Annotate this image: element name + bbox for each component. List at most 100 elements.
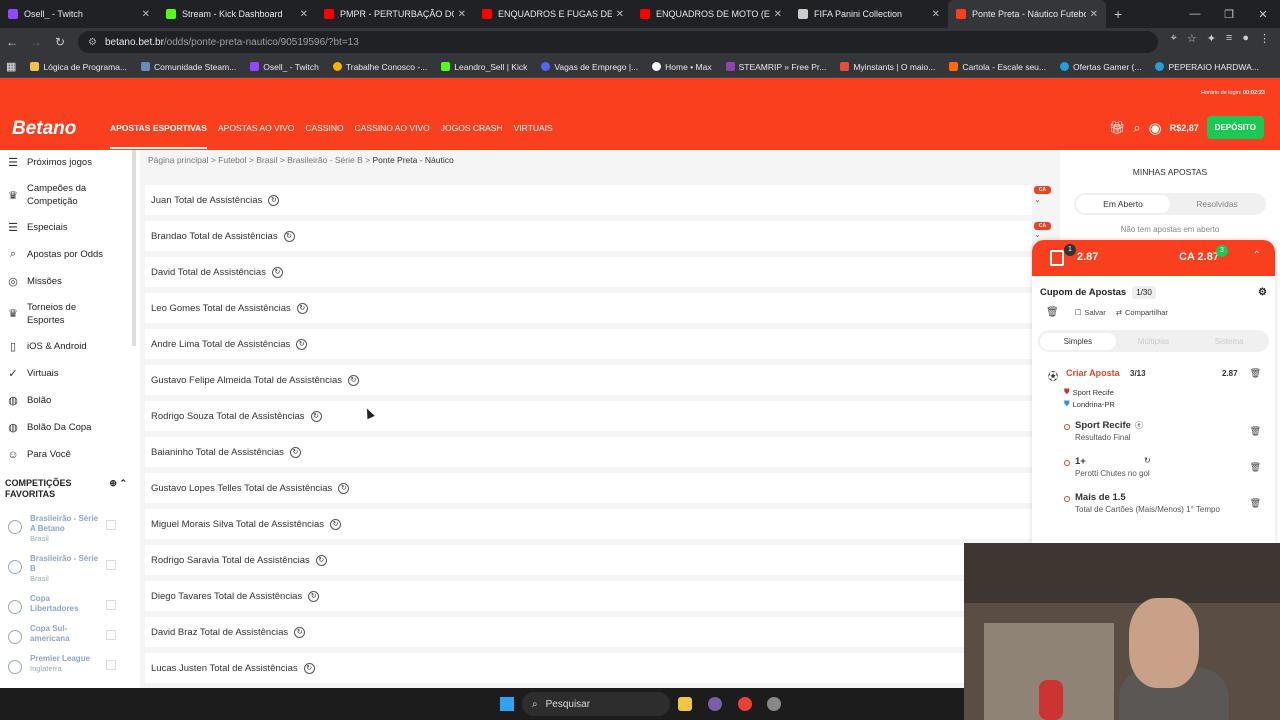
info-icon[interactable]: ↻ — [310, 410, 322, 422]
search-icon[interactable]: ⌕ — [1133, 120, 1140, 136]
tab-em-aberto[interactable]: Em Aberto — [1076, 195, 1170, 213]
share-button[interactable]: ⇄ Compartilhar — [1116, 308, 1168, 317]
sidebar-item-torneios[interactable]: ♛ Torneios de Esportes — [0, 295, 135, 332]
info-icon[interactable]: ↻ — [308, 590, 320, 602]
sidebar-item-especiais[interactable]: ☰ Especiais — [0, 215, 135, 240]
close-icon[interactable]: ✕ — [1090, 9, 1098, 20]
sidebar-item-missoes[interactable]: ◎ Missões — [0, 268, 135, 295]
sidebar-item-campeoes[interactable]: ♛ Campeões da Competição — [0, 175, 135, 215]
bookmark-item[interactable]: Leandro_Sell | Kick — [441, 62, 527, 72]
tab-youtube-2[interactable]: ENQUADROS E FUGAS DE MOT✕ — [474, 0, 632, 28]
favorite-checkbox[interactable] — [106, 600, 116, 610]
favorite-checkbox[interactable] — [106, 560, 116, 570]
bookmark-item[interactable]: Home • Max — [652, 62, 712, 72]
bookmark-item[interactable]: Lógica de Programa... — [30, 62, 127, 72]
nav-apostas-ao-vivo[interactable]: APOSTAS AO VIVO — [218, 123, 294, 149]
chevron-down-icon[interactable]: ⌄ — [1034, 195, 1041, 204]
settings-icon[interactable]: ⚙ — [1258, 287, 1267, 298]
windows-start-icon[interactable] — [500, 697, 514, 711]
nav-virtuais[interactable]: VIRTUAIS — [514, 123, 553, 149]
sidebar-item-proximos-jogos[interactable]: ☰ Próximos jogos — [0, 150, 135, 175]
file-explorer-icon[interactable] — [678, 697, 692, 711]
trash-icon[interactable]: 🗑︎ — [1250, 462, 1261, 473]
nav-jogos-crash[interactable]: JOGOS CRASH — [441, 123, 503, 149]
bookmark-item[interactable]: Myinstants | O maio... — [840, 62, 935, 72]
market-row[interactable]: Rodrigo Souza Total de Assistências ↻ — [145, 401, 1032, 431]
info-icon[interactable]: ↻ — [268, 194, 280, 206]
apps-icon[interactable]: ▦ — [6, 60, 16, 73]
bookmark-item[interactable]: Trabalhe Conosco -... — [332, 62, 427, 72]
info-icon[interactable]: ↻ — [294, 626, 306, 638]
sidebar-item-bolao[interactable]: ◍ Bolão — [0, 387, 135, 414]
menu-icon[interactable]: ⋮ — [1259, 32, 1270, 45]
reload-icon[interactable]: ↻ — [48, 35, 72, 49]
profile-avatar[interactable]: ● — [1242, 32, 1249, 45]
app-icon[interactable] — [708, 697, 722, 711]
favorite-checkbox[interactable] — [106, 520, 116, 530]
sidebar-item-bolao-copa[interactable]: ◍ Bolão Da Copa — [0, 414, 135, 441]
competition-item[interactable]: Brasileirão - Série B Brasil — [0, 554, 135, 584]
new-tab-icon[interactable]: + — [1114, 6, 1122, 22]
trash-icon[interactable]: 🗑︎ — [1046, 307, 1059, 318]
close-window-icon[interactable]: ✕ — [1246, 8, 1280, 21]
tab-betano[interactable]: Ponte Preta - Náutico Futebol ✕ — [948, 0, 1106, 28]
market-row[interactable]: Gustavo Lopes Telles Total de Assistênci… — [145, 473, 1032, 503]
sidebar-item-ios-android[interactable]: ▯ iOS & Android — [0, 332, 135, 360]
sidebar-scrollbar[interactable] — [132, 150, 136, 346]
market-row[interactable]: David Total de Assistências ↻ — [145, 257, 1032, 287]
market-row[interactable]: Brandao Total de Assistências ↻ — [145, 221, 1032, 251]
nav-apostas-esportivas[interactable]: APOSTAS ESPORTIVAS — [110, 123, 207, 149]
bookmark-item[interactable]: Ofertas Gamer (... — [1059, 62, 1141, 72]
close-icon[interactable]: ✕ — [458, 9, 466, 20]
deposit-button[interactable]: DEPÓSITO — [1206, 116, 1264, 139]
bookmark-item[interactable]: PEPERAIO HARDWA... — [1155, 62, 1259, 72]
taskbar-search[interactable]: ⌕ Pesquisar — [522, 692, 670, 716]
info-icon[interactable]: ↻ — [338, 482, 350, 494]
nav-cassino-ao-vivo[interactable]: CASSINO AO VIVO — [355, 123, 430, 149]
bookmark-item[interactable]: Vagas de Emprego |... — [541, 62, 638, 72]
market-row[interactable]: Diego Tavares Total de Assistências ↻ — [145, 581, 1032, 611]
market-row[interactable]: David Braz Total de Assistências ↻ — [145, 617, 1032, 647]
tab-fifa[interactable]: FIFA Panini Collection ✕ — [790, 0, 948, 28]
betslip-header[interactable]: 1 2.87 CA 2.87 3 ⌃ — [1032, 240, 1275, 276]
balance[interactable]: R$2,87 — [1170, 123, 1199, 133]
sidebar-item-apostas-por-odds[interactable]: ⌕ Apostas por Odds — [0, 240, 135, 268]
info-icon[interactable]: ↻ — [283, 230, 295, 242]
market-row[interactable]: Miguel Morais Silva Total de Assistência… — [145, 509, 1032, 539]
info-icon[interactable]: ↻ — [303, 662, 315, 674]
close-icon[interactable]: ✕ — [300, 9, 308, 20]
competition-item[interactable]: Brasileirão - Série A Betano Brasil — [0, 514, 135, 544]
nav-cassino[interactable]: CASSINO — [305, 123, 343, 149]
market-row[interactable]: Rodrigo Saravia Total de Assistências ↻ — [145, 545, 1032, 575]
tab-kick[interactable]: Stream - Kick Dashboard ✕ — [158, 0, 316, 28]
competition-item[interactable]: Copa Libertadores — [0, 594, 135, 614]
close-icon[interactable]: ✕ — [932, 9, 940, 20]
tab-simples[interactable]: Simples — [1040, 332, 1116, 350]
favorite-checkbox[interactable] — [106, 660, 116, 670]
info-icon[interactable]: ↻ — [289, 446, 301, 458]
close-icon[interactable]: ✕ — [774, 9, 782, 20]
info-icon[interactable]: ↻ — [330, 518, 342, 530]
close-icon[interactable]: ✕ — [616, 9, 624, 20]
breadcrumb-item[interactable]: Página principal — [148, 155, 208, 165]
tab-twitch[interactable]: Osell_ - Twitch ✕ — [0, 0, 158, 28]
location-icon[interactable]: ⌖ — [1171, 32, 1177, 45]
url-input[interactable]: ⚙ betano.bet.br/odds/ponte-preta-nautico… — [78, 31, 1158, 53]
info-icon[interactable]: ↻ — [296, 338, 308, 350]
trash-icon[interactable]: 🗑︎ — [1250, 498, 1261, 509]
market-row[interactable]: Andre Lima Total de Assistências ↻ — [145, 329, 1032, 359]
close-icon[interactable]: ✕ — [142, 9, 150, 20]
breadcrumb-item[interactable]: Futebol — [218, 155, 246, 165]
info-icon[interactable]: ↻ — [296, 302, 308, 314]
save-button[interactable]: ☐ Salvar — [1075, 308, 1106, 317]
info-icon[interactable]: ↻ — [271, 266, 283, 278]
betano-logo[interactable]: Betano — [12, 118, 76, 140]
favorite-checkbox[interactable] — [106, 630, 116, 640]
account-icon[interactable]: ◉ — [1149, 119, 1162, 137]
gift-icon[interactable]: 🎁︎ — [1109, 120, 1126, 136]
market-row[interactable]: Gustavo Felipe Almeida Total de Assistên… — [145, 365, 1032, 395]
tab-resolvidas[interactable]: Resolvidas — [1170, 199, 1264, 209]
bookmark-item[interactable]: Comunidade Steam... — [141, 62, 236, 72]
back-icon[interactable]: ← — [0, 35, 24, 49]
bookmark-item[interactable]: Osell_ - Twitch — [250, 62, 319, 72]
